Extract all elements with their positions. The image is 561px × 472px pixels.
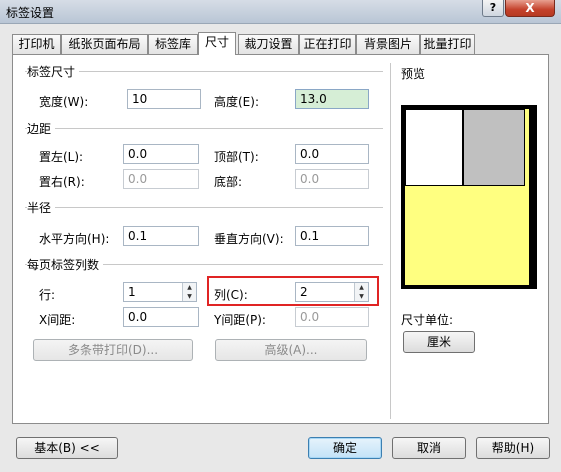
rows-label: 行:: [39, 288, 56, 302]
rows-spinner[interactable]: ▲ ▼: [182, 283, 196, 301]
tab-background-image[interactable]: 背景图片: [356, 34, 420, 54]
margin-right-input[interactable]: 0.0: [123, 169, 199, 189]
spin-up-icon[interactable]: ▲: [355, 283, 368, 292]
help-button[interactable]: 帮助(H): [476, 437, 550, 459]
column-divider: [390, 63, 391, 419]
tab-batch-print[interactable]: 批量打印: [420, 34, 475, 54]
rows-stepper[interactable]: 1 ▲ ▼: [123, 282, 197, 302]
margin-left-label: 置左(L):: [39, 150, 84, 164]
x-gap-input[interactable]: 0.0: [123, 307, 199, 327]
tab-cutter[interactable]: 裁刀设置: [238, 34, 299, 54]
columns-spinner[interactable]: ▲ ▼: [354, 283, 368, 301]
radius-horizontal-label: 水平方向(H):: [39, 232, 110, 246]
rows-value: 1: [128, 285, 136, 299]
basic-mode-button[interactable]: 基本(B) <<: [16, 437, 118, 459]
x-gap-label: X间距:: [39, 313, 76, 327]
preview-label-cell: [405, 109, 463, 186]
layout-group-title: 每页标签列数: [27, 256, 104, 273]
window-title: 标签设置: [6, 6, 55, 20]
margin-top-label: 顶部(T):: [214, 150, 259, 164]
width-label: 宽度(W):: [39, 95, 89, 109]
title-bar: 标签设置 ? X: [0, 0, 561, 24]
tab-printing[interactable]: 正在打印: [299, 34, 356, 54]
spin-up-icon[interactable]: ▲: [183, 283, 196, 292]
margins-group-title: 边距: [27, 120, 56, 137]
width-input[interactable]: 10: [127, 89, 201, 109]
height-label: 高度(E):: [214, 95, 259, 109]
columns-value: 2: [300, 285, 308, 299]
ok-button[interactable]: 确定: [308, 437, 382, 459]
label-preview: [401, 105, 537, 289]
cancel-button[interactable]: 取消: [392, 437, 466, 459]
y-gap-input[interactable]: 0.0: [295, 307, 369, 327]
preview-label-cell-selected: [463, 109, 525, 186]
margin-left-input[interactable]: 0.0: [123, 144, 199, 164]
radius-horizontal-input[interactable]: 0.1: [123, 226, 199, 246]
preview-title: 预览: [401, 67, 426, 81]
help-icon[interactable]: ?: [482, 0, 504, 17]
radius-group-title: 半径: [27, 199, 56, 216]
tab-label-library[interactable]: 标签库: [148, 34, 198, 54]
y-gap-label: Y间距(P):: [214, 313, 266, 327]
spin-down-icon[interactable]: ▼: [183, 292, 196, 301]
advanced-button[interactable]: 高级(A)...: [215, 339, 367, 361]
multi-strip-print-button[interactable]: 多条带打印(D)...: [33, 339, 193, 361]
radius-vertical-input[interactable]: 0.1: [295, 226, 369, 246]
margin-bottom-input[interactable]: 0.0: [295, 169, 369, 189]
columns-stepper[interactable]: 2 ▲ ▼: [295, 282, 369, 302]
margin-top-input[interactable]: 0.0: [295, 144, 369, 164]
tab-paper-layout[interactable]: 纸张页面布局: [61, 34, 148, 54]
margin-right-label: 置右(R):: [39, 175, 85, 189]
label-size-group-title: 标签尺寸: [27, 63, 80, 80]
size-tab-panel: 标签尺寸 宽度(W): 10 高度(E): 13.0 边距 置左(L): 0.0…: [12, 54, 549, 424]
group-divider: [25, 207, 383, 208]
size-unit-label: 尺寸单位:: [401, 313, 454, 327]
spin-down-icon[interactable]: ▼: [355, 292, 368, 301]
size-unit-button[interactable]: 厘米: [403, 331, 475, 353]
close-icon[interactable]: X: [505, 0, 555, 17]
group-divider: [25, 128, 383, 129]
tab-printer[interactable]: 打印机: [12, 34, 61, 54]
radius-vertical-label: 垂直方向(V):: [214, 232, 284, 246]
height-input[interactable]: 13.0: [295, 89, 369, 109]
tab-size[interactable]: 尺寸: [198, 32, 236, 55]
margin-bottom-label: 底部:: [214, 175, 243, 189]
columns-label: 列(C):: [214, 288, 248, 302]
